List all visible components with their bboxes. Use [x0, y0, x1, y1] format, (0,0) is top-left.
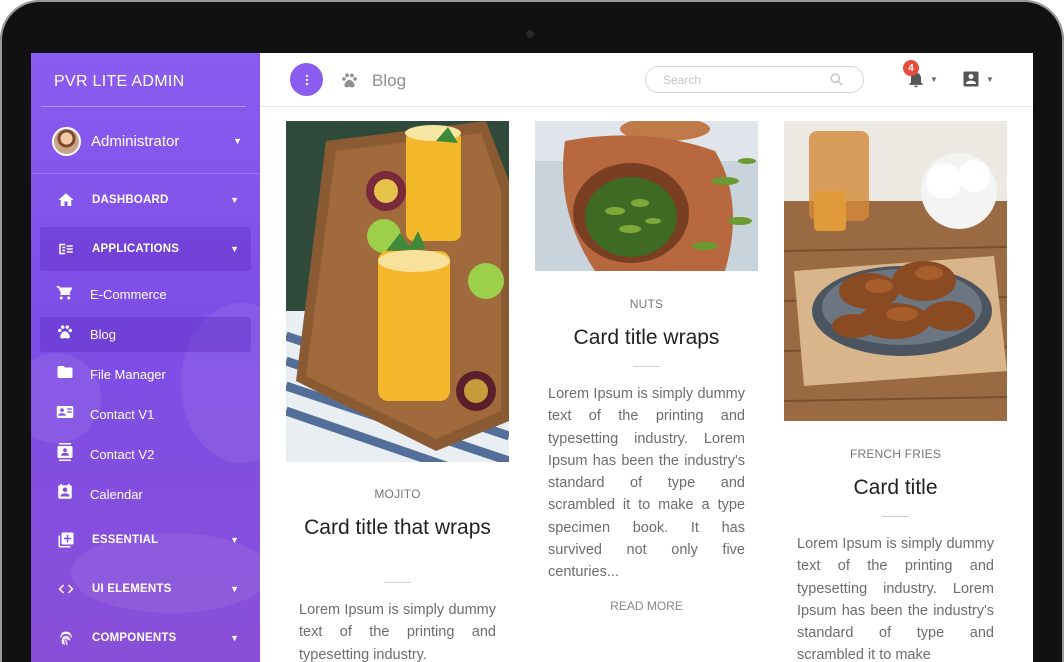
blog-cards: MOJITO Card title that wraps Lorem Ipsum…: [260, 108, 1033, 662]
card-divider: [384, 582, 411, 583]
sidebar-item-dashboard[interactable]: DASHBOARD ▼: [40, 178, 251, 222]
add-box-icon: [56, 530, 76, 550]
sidebar-subitem-label: E-Commerce: [90, 287, 167, 302]
card-image-mojito[interactable]: [286, 121, 509, 462]
card-divider: [633, 366, 660, 367]
camera-dot: [526, 30, 534, 38]
divider: [31, 173, 260, 174]
sidebar-item-essential[interactable]: ESSENTIAL ▼: [40, 518, 251, 562]
sidebar-subitem-ecommerce[interactable]: E-Commerce: [40, 277, 251, 312]
sidebar-subitem-blog[interactable]: Blog: [40, 317, 251, 352]
caret-down-icon[interactable]: ▼: [930, 75, 938, 84]
read-more-link[interactable]: READ MORE: [535, 599, 758, 613]
user-menu[interactable]: Administrator ▼: [52, 125, 242, 157]
sidebar-subitem-label: Blog: [90, 327, 117, 342]
sidebar-subitem-contact-v2[interactable]: Contact V2: [40, 437, 251, 472]
sidebar-item-applications[interactable]: APPLICATIONS ▼: [40, 227, 251, 271]
caret-down-icon: ▼: [230, 195, 239, 205]
card-body: Lorem Ipsum is simply dummy text of the …: [299, 602, 496, 662]
sidebar-subitem-label: File Manager: [90, 367, 166, 382]
topbar: Blog 4 ▼ ▼: [260, 53, 1033, 107]
caret-down-icon: ▼: [230, 244, 239, 254]
card-title[interactable]: Card title: [784, 474, 1007, 501]
notification-badge: 4: [903, 60, 919, 76]
sidebar-item-label: COMPONENTS: [92, 632, 177, 644]
contact-card-icon: [56, 403, 74, 426]
sidebar-subitem-label: Contact V2: [90, 447, 155, 462]
sidebar-item-label: ESSENTIAL: [92, 534, 159, 546]
device-frame: PVR LITE ADMIN Administrator ▼ DASHBOARD…: [0, 0, 1064, 662]
cart-icon: [56, 283, 74, 306]
card-body: Lorem Ipsum is simply dummy text of the …: [797, 536, 994, 662]
caret-down-icon: ▼: [233, 136, 242, 146]
card-image-nuts[interactable]: [535, 121, 758, 271]
sidebar-subitem-label: Calendar: [90, 487, 143, 502]
sidebar-item-label: APPLICATIONS: [92, 243, 180, 255]
calendar-icon: [56, 483, 74, 506]
fingerprint-icon: [56, 628, 76, 648]
paw-icon: [340, 71, 359, 95]
sidebar-subitem-label: Contact V1: [90, 407, 155, 422]
card-divider: [882, 516, 909, 517]
code-icon: [56, 579, 76, 599]
card-body: Lorem Ipsum is simply dummy text of the …: [548, 386, 745, 581]
caret-down-icon[interactable]: ▼: [986, 75, 994, 84]
sidebar-subitem-file-manager[interactable]: File Manager: [40, 357, 251, 392]
divider: [41, 106, 246, 107]
folder-icon: [56, 363, 74, 386]
sidebar-item-label: DASHBOARD: [92, 194, 169, 206]
home-icon: [56, 190, 76, 210]
caret-down-icon: ▼: [230, 584, 239, 594]
avatar: [52, 126, 81, 156]
page-title: Blog: [372, 71, 407, 90]
card-title[interactable]: Card title wraps: [535, 324, 758, 351]
caret-down-icon: ▼: [230, 633, 239, 643]
card-title[interactable]: Card title that wraps: [286, 514, 509, 541]
card-category: MOJITO: [374, 487, 421, 501]
sidebar-item-ui-elements[interactable]: UI ELEMENTS ▼: [40, 567, 251, 611]
sidebar-subitem-calendar[interactable]: Calendar: [40, 477, 251, 512]
caret-down-icon: ▼: [230, 535, 239, 545]
user-name: Administrator: [91, 132, 180, 150]
brand-title: PVR LITE ADMIN: [54, 73, 185, 90]
sidebar-item-label: UI ELEMENTS: [92, 583, 172, 595]
apps-icon: [56, 239, 76, 259]
search-icon[interactable]: [830, 73, 843, 91]
sidebar-subitem-contact-v1[interactable]: Contact V1: [40, 397, 251, 432]
contact-book-icon: [56, 443, 74, 466]
more-vert-icon: [305, 74, 308, 85]
card-category: NUTS: [629, 297, 664, 311]
sidebar: PVR LITE ADMIN Administrator ▼ DASHBOARD…: [31, 53, 260, 662]
sidebar-item-components[interactable]: COMPONENTS ▼: [40, 616, 251, 660]
screen: PVR LITE ADMIN Administrator ▼ DASHBOARD…: [31, 53, 1033, 662]
paw-icon: [56, 323, 74, 346]
account-box-icon: [963, 71, 979, 87]
card-category: FRENCH FRIES: [849, 447, 942, 461]
card-image-french-fries[interactable]: [784, 121, 1007, 421]
account-button[interactable]: [961, 69, 981, 94]
menu-toggle-button[interactable]: [290, 63, 323, 96]
